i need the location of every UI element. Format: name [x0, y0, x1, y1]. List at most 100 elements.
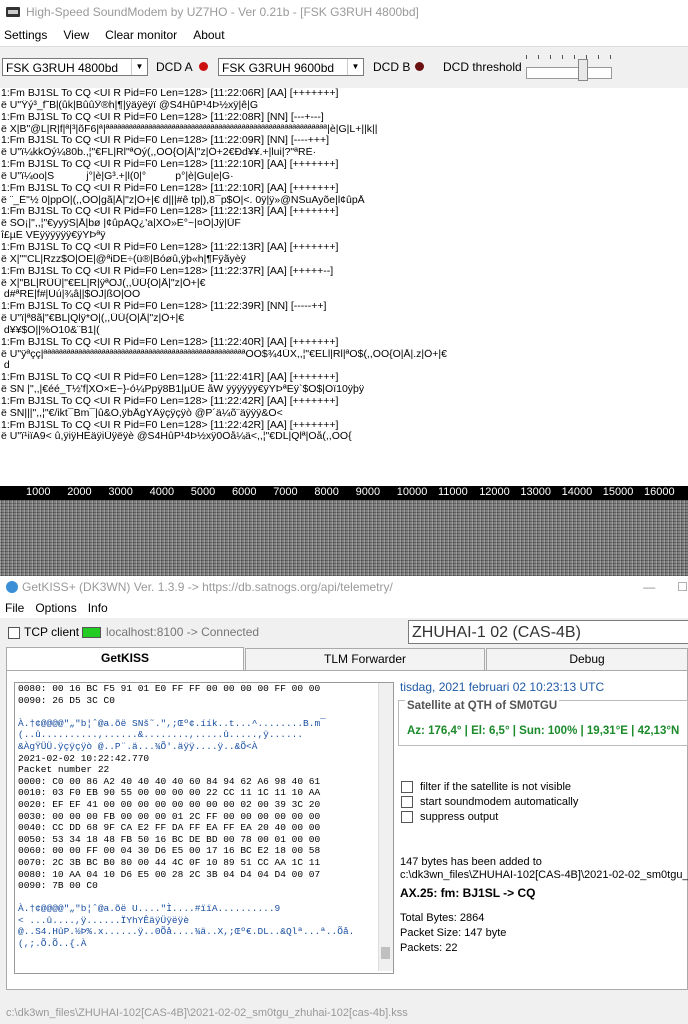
tab-debug[interactable]: Debug [486, 648, 688, 670]
menu-about[interactable]: About [193, 28, 224, 42]
slider-thumb[interactable] [578, 59, 588, 81]
scale-tick-label: 7000 [273, 486, 298, 498]
scale-tick-label: 15000 [602, 486, 634, 498]
qth-group: Satellite at QTH of SM0TGU Az: 176,4° | … [398, 700, 688, 746]
scale-tick-label: 1000 [26, 486, 51, 498]
hex-line: 0090: 7B 00 C0 [18, 880, 98, 892]
chevron-down-icon[interactable]: ▼ [347, 59, 363, 75]
soundmodem-window-title: High-Speed SoundModem by UZ7HO - Ver 0.2… [26, 5, 419, 19]
packet-size: Packet Size: 147 byte [400, 927, 507, 939]
modem-a-value: FSK G3RUH 4800bd [6, 61, 119, 75]
getkiss-tabs: GetKISS TLM Forwarder Debug [6, 647, 688, 671]
hex-line: 0080: 00 16 BC F5 91 01 E0 FF FF 00 00 0… [18, 683, 321, 694]
monitor-line: ë SN|||",,¦"€/ikt¯Bm¯|û&Õ,ÿbÅgYÄÿçÿçÿò @… [1, 407, 283, 419]
soundmodem-titlebar: High-Speed SoundModem by UZ7HO - Ver 0.2… [0, 0, 688, 24]
hex-line: < ...û....,ÿ......ÏYhYÊäÿÜÿëÿè [18, 914, 190, 926]
monitor-line: 1:Fm BJ1SL To CQ <UI R Pid=F0 Len=128> [… [1, 372, 339, 384]
monitor-line: ë U"ï¼kkÕý¼80b.,¦"€FL|Rl"ªÕý(,,ÕÕ{Õ|Å|"z… [1, 147, 317, 159]
slider-ticks [526, 55, 612, 59]
dcd-a-indicator-icon [199, 62, 208, 71]
hex-line: 0060: 00 00 FF 00 04 30 D6 E5 00 17 16 B… [18, 845, 321, 857]
qth-legend: Satellite at QTH of SM0TGU [405, 700, 560, 712]
scale-tick-label: 3000 [108, 486, 133, 498]
monitor-line: ë U"ï|ª8ã|"€BL|Qlÿ*Õ|(,,ÜÜ{Õ|Å|"z|Ö+|€ [1, 313, 185, 325]
monitor-line: 1:Fm BJ1SL To CQ <UI R Pid=F0 Len=128> [… [1, 241, 339, 253]
scale-tick-label: 10000 [396, 486, 428, 498]
hex-line: 0050: 53 34 18 48 FB 50 16 BC DE BD 00 7… [18, 833, 321, 845]
option-suppress-output[interactable]: suppress output [401, 811, 498, 823]
suppress-output-checkbox[interactable] [401, 811, 413, 823]
tab-getkiss[interactable]: GetKISS [6, 647, 244, 671]
monitor-line: 1:Fm BJ1SL To CQ <UI R Pid=F0 Len=128> [… [1, 206, 339, 218]
start-soundmodem-label: start soundmodem automatically [420, 796, 579, 808]
packet-stats: Total Bytes: 2864 Packet Size: 147 byte … [400, 911, 506, 956]
dcd-threshold-slider[interactable] [526, 55, 612, 83]
soundmodem-toolbar: FSK G3RUH 4800bd ▼ DCD A FSK G3RUH 9600b… [0, 46, 688, 89]
menu-options[interactable]: Options [35, 601, 76, 615]
total-bytes: Total Bytes: 2864 [400, 912, 485, 924]
connection-status-icon [82, 627, 101, 638]
modem-a-select[interactable]: FSK G3RUH 4800bd ▼ [2, 58, 148, 76]
status-bar-path: c:\dk3wn_files\ZHUHAI-102[CAS-4B]\2021-0… [0, 1002, 688, 1024]
monitor-line: ë X|""CL|Rzz$Õ|ÕÈ|@ªiDÉ÷(ü®|Bóøû,ÿþ«h|¶F… [1, 253, 246, 265]
menu-file[interactable]: File [5, 601, 24, 615]
monitor-panel[interactable]: 1:Fm BJ1SL To CQ <UI R Pid=F0 Len=128> [… [0, 88, 688, 486]
monitor-line: d¥¥$Õ||%Õ10&¨B1|( [1, 324, 100, 336]
start-soundmodem-checkbox[interactable] [401, 796, 413, 808]
vertical-scrollbar[interactable] [378, 683, 393, 971]
dcd-threshold-label: DCD threshold [443, 60, 522, 74]
dcd-b-label: DCD B [373, 60, 411, 74]
scale-tick-label: 12000 [479, 486, 510, 498]
monitor-line: d [1, 360, 10, 372]
hex-line: (,;.Õ.Õ..{.À [18, 938, 87, 950]
monitor-line: 1:Fm BJ1SL To CQ <UI R Pid=F0 Len=128> [… [1, 135, 330, 147]
monitor-line: 1:Fm BJ1SL To CQ <UI R Pid=F0 Len=128> [… [1, 182, 339, 194]
scale-tick-label: 4000 [149, 486, 175, 498]
filter-label: filter if the satellite is not visible [420, 781, 572, 793]
dcd-b-indicator-icon [415, 62, 424, 71]
hex-line: À.†¢@@@@"„"b¦ˆ@a.õë SNš˜.",;Œº¢.íík..t..… [18, 717, 326, 729]
chevron-down-icon[interactable]: ▼ [131, 59, 147, 75]
getkiss-titlebar: GetKISS+ (DK3WN) Ver. 1.3.9 -> https://d… [0, 576, 688, 598]
option-filter-not-visible[interactable]: filter if the satellite is not visible [401, 781, 571, 793]
satellite-select[interactable]: ZHUHAI-1 02 (CAS-4B) [408, 620, 688, 644]
getkiss-app-icon [6, 581, 18, 593]
hex-line: Packet number 22 [18, 764, 110, 776]
monitor-line: 1:Fm BJ1SL To CQ <UI R Pid=F0 Len=128> [… [1, 301, 327, 313]
menu-view[interactable]: View [63, 28, 89, 42]
hex-line: @..S4.HûP.½Þ%.x......ÿ..0Õå....¾ä..X,;Œº… [18, 926, 355, 938]
monitor-line: ë U"ï¼oo|S j°|è|G³.+|l(0|° p°|è|Gu|e|G· [1, 170, 234, 182]
tab-tlm-forwarder[interactable]: TLM Forwarder [245, 648, 485, 670]
option-start-soundmodem[interactable]: start soundmodem automatically [401, 796, 578, 808]
filter-checkbox[interactable] [401, 781, 413, 793]
packet-hex-output[interactable]: 0080: 00 16 BC F5 91 01 E0 FF FF 00 00 0… [14, 682, 394, 974]
monitor-line: d#ªRÈ|f#|Ûú|¾â||$ÕJ|ßÕ|ÕÕ [1, 289, 141, 301]
modem-b-select[interactable]: FSK G3RUH 9600bd ▼ [218, 58, 364, 76]
getkiss-menubar: File Options Info [0, 598, 688, 618]
menu-clear-monitor[interactable]: Clear monitor [105, 28, 177, 42]
menu-settings[interactable]: Settings [4, 28, 47, 42]
hex-line: 0020: EF EF 41 00 00 00 00 00 00 00 00 0… [18, 798, 321, 810]
frequency-scale: 1000 2000 3000 4000 5000 6000 7000 8000 9000 1000… [0, 486, 688, 500]
hex-line: 0080: 10 AA 04 10 D6 E5 00 28 2C 3B 04 D… [18, 868, 321, 880]
soundmodem-app-icon [6, 7, 20, 17]
tcp-client-checkbox[interactable] [8, 627, 20, 639]
monitor-line: ë SÕ¡|",,¦"€yyÿS|Å|bø |¢ûpÀQ¿'a|XÕ»È°~|¤… [1, 218, 241, 230]
scale-tick-label: 14000 [561, 486, 593, 498]
scale-tick-label: 9000 [355, 486, 381, 498]
minimize-icon[interactable]: — [643, 580, 655, 594]
hex-line: 0070: 2C 3B BC B0 80 00 44 4C 0F 10 89 5… [18, 856, 321, 868]
suppress-output-label: suppress output [420, 811, 499, 823]
monitor-line: ë X|B"@L|R|f|ª|³|õF6|ª|ªªªªªªªªªªªªªªªªª… [1, 123, 378, 135]
monitor-line: ë U"ï¹iïA9< û,ÿiÿHÊäÿiÜÿëÿè @S4HûP¹4Þ½xÿ… [1, 431, 352, 443]
modem-b-value: FSK G3RUH 9600bd [222, 61, 335, 75]
monitor-line: 1:Fm BJ1SL To CQ <UI R Pid=F0 Len=128> [… [1, 395, 339, 407]
hex-line: 2021-02-02 10:22:42.770 [18, 752, 150, 764]
menu-info[interactable]: Info [88, 601, 108, 615]
scrollbar-thumb[interactable] [381, 947, 390, 959]
monitor-line: ë SN |",,|€éé_T½'f|XÕ×È~}-ó¼Ppÿ8B1|µÜÉ å… [1, 384, 365, 396]
scale-tick-label: 11000 [438, 486, 468, 498]
monitor-line: 1:Fm BJ1SL To CQ <UI R Pid=F0 Len=128> [… [1, 336, 339, 348]
maximize-icon[interactable]: ☐ [677, 580, 688, 594]
waterfall-display[interactable] [0, 500, 688, 576]
